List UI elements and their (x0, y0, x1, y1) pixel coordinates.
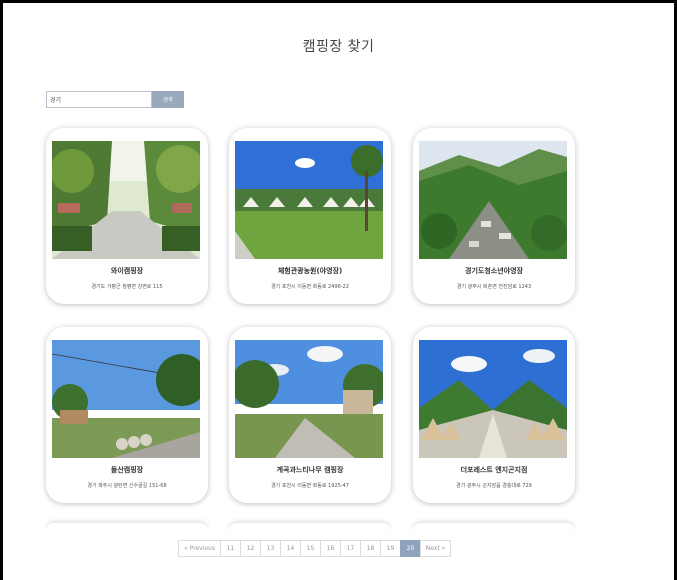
campsite-photo (419, 340, 567, 458)
campsite-card-partial (46, 523, 208, 531)
campsite-card[interactable]: 계곡과느티나무 캠핑장 경기 포천시 이동면 화동로 1925-47 (229, 327, 391, 503)
pagination-page[interactable]: 19 (380, 540, 401, 557)
campsite-name: 경기도청소년야영장 (465, 267, 523, 275)
campsite-card-partial (229, 523, 391, 531)
campsite-address: 경기 파주시 광탄면 신수골길 151-68 (87, 483, 167, 489)
campsite-photo (235, 340, 383, 458)
campsite-name: 와이캠핑장 (110, 267, 144, 275)
pagination-page-active[interactable]: 20 (400, 540, 421, 557)
campsite-address: 경기도 가평군 청평면 강변로 115 (91, 284, 163, 290)
pagination-previous[interactable]: « Previous (178, 540, 221, 557)
campsite-name: 돌산캠핑장 (110, 466, 144, 474)
campsite-card[interactable]: 더포레스트 엔지곤지점 경기 광주시 곤지암읍 경충대로 729 (413, 327, 575, 503)
pagination-next[interactable]: Next » (420, 540, 451, 557)
pagination-page[interactable]: 11 (220, 540, 241, 557)
campsite-address: 경기 광주시 퇴촌면 천진암로 1243 (456, 284, 532, 290)
campsite-name: 체험관광농원(야영장) (277, 267, 343, 275)
pagination: « Previous 11 12 13 14 15 16 17 18 19 20… (178, 540, 451, 557)
campsite-name: 계곡과느티나무 캠핑장 (276, 466, 344, 474)
campsite-address: 경기 포천시 이동면 화동로 1925-47 (271, 483, 349, 489)
pagination-page[interactable]: 12 (240, 540, 261, 557)
campsite-photo (52, 141, 200, 259)
campsite-photo (235, 141, 383, 259)
pagination-page[interactable]: 16 (320, 540, 341, 557)
campsite-card[interactable]: 돌산캠핑장 경기 파주시 광탄면 신수골길 151-68 (46, 327, 208, 503)
campsite-card[interactable]: 경기도청소년야영장 경기 광주시 퇴촌면 천진암로 1243 (413, 128, 575, 304)
search-button[interactable]: 검색 (152, 91, 184, 108)
campsite-photo (419, 141, 567, 259)
campsite-address: 경기 포천시 이동면 화동로 2496-22 (271, 284, 349, 290)
campsite-name: 더포레스트 엔지곤지점 (460, 466, 528, 474)
campsite-card[interactable]: 체험관광농원(야영장) 경기 포천시 이동면 화동로 2496-22 (229, 128, 391, 304)
pagination-page[interactable]: 18 (360, 540, 381, 557)
campsite-card-partial (413, 523, 575, 531)
campsite-address: 경기 광주시 곤지암읍 경충대로 729 (456, 483, 532, 489)
search-input[interactable] (46, 91, 152, 108)
pagination-page[interactable]: 14 (280, 540, 301, 557)
page-title: 캠핑장 찾기 (302, 39, 375, 55)
campsite-photo (52, 340, 200, 458)
campsite-card[interactable]: 와이캠핑장 경기도 가평군 청평면 강변로 115 (46, 128, 208, 304)
pagination-page[interactable]: 17 (340, 540, 361, 557)
pagination-page[interactable]: 13 (260, 540, 281, 557)
pagination-page[interactable]: 15 (300, 540, 321, 557)
